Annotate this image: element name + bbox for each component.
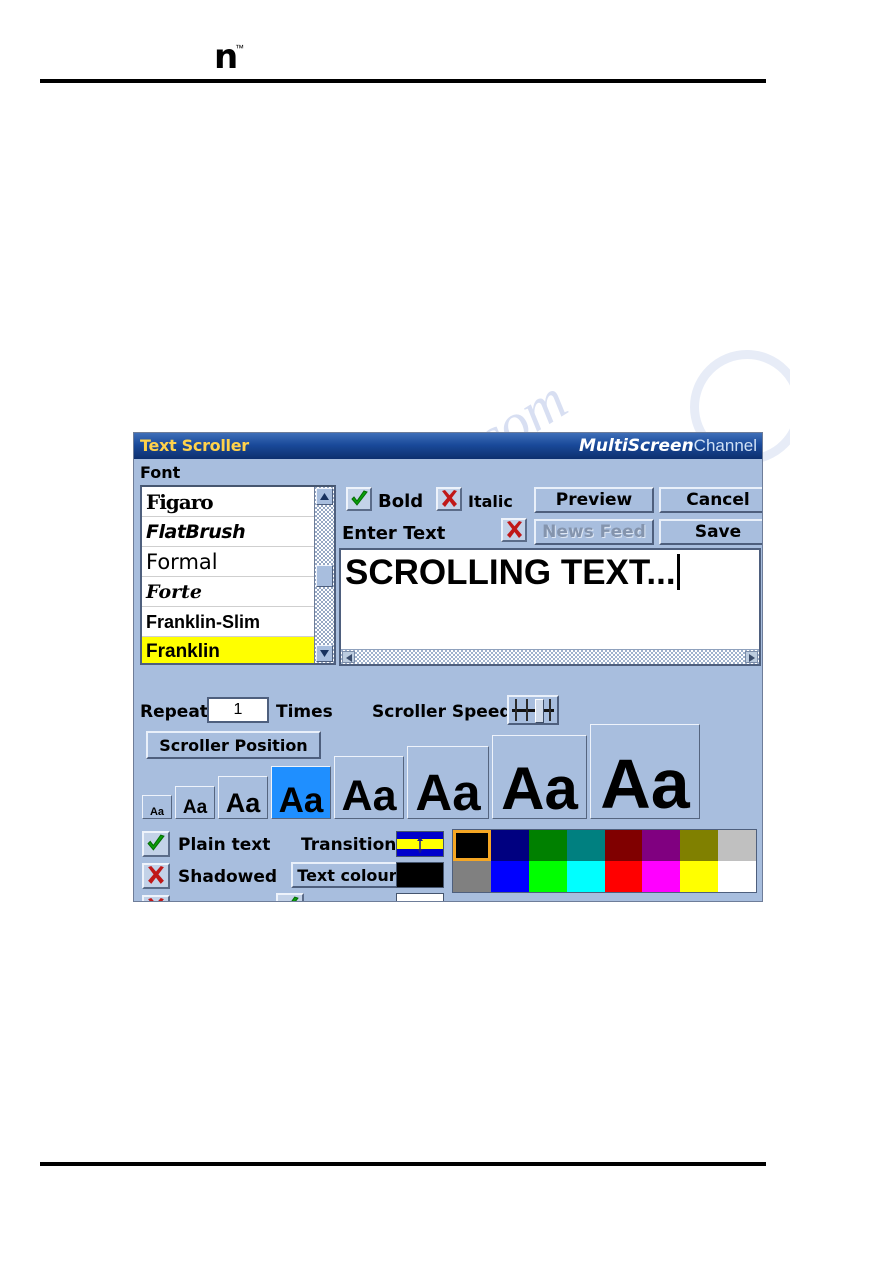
brand-secondary: Channel (693, 436, 757, 455)
font-list-item[interactable]: FlatBrush (142, 517, 314, 547)
italic-label: Italic (468, 492, 513, 511)
font-size-option[interactable]: Aa (175, 786, 215, 819)
slider-tick (526, 699, 528, 721)
slider-tick (515, 699, 517, 721)
transition-label: Transition (301, 835, 397, 855)
font-list-item-selected[interactable]: Franklin (142, 637, 314, 663)
text-caret (676, 554, 680, 590)
enter-text-label: Enter Text (342, 523, 446, 544)
red-cross-icon (506, 521, 522, 538)
scroll-left-icon[interactable] (342, 651, 355, 663)
red-cross-icon (148, 898, 164, 901)
trademark-symbol: ™ (235, 43, 244, 53)
green-check-icon (147, 834, 165, 851)
font-size-option[interactable]: Aa (218, 776, 268, 819)
scroller-speed-label: Scroller Speed (372, 702, 512, 722)
text-colour-button[interactable]: Text colour (291, 862, 403, 888)
palette-swatch[interactable] (566, 830, 605, 861)
plain-text-checkbox[interactable] (142, 831, 170, 857)
bold-label: Bold (378, 491, 424, 512)
palette-swatch[interactable] (453, 861, 491, 892)
brand-logo: MultiScreenChannel (579, 436, 757, 456)
bold-checkbox[interactable] (346, 487, 372, 511)
header-rule (40, 79, 766, 83)
slider-track (512, 709, 554, 712)
text-horizontal-scrollbar[interactable] (341, 649, 759, 664)
preview-button[interactable]: Preview (534, 487, 654, 513)
font-size-selector: Aa Aa Aa Aa Aa Aa Aa Aa (138, 724, 762, 819)
shadowed-checkbox[interactable] (142, 863, 170, 889)
palette-swatch[interactable] (453, 830, 491, 861)
text-colour-swatch[interactable] (396, 862, 444, 888)
scrollbar-thumb[interactable] (316, 565, 333, 587)
red-cross-icon (148, 866, 164, 884)
font-size-option-selected[interactable]: Aa (271, 766, 331, 819)
repeat-label: Repeat (140, 702, 208, 722)
dialog-title: Text Scroller (140, 436, 249, 455)
green-check-icon (291, 896, 299, 901)
scroller-text-value: SCROLLING TEXT... (345, 553, 676, 592)
palette-swatch[interactable] (718, 830, 756, 861)
palette-swatch[interactable] (604, 830, 643, 861)
page-logo: n ™ (206, 40, 266, 80)
palette-swatch[interactable] (566, 861, 605, 892)
raised-checkbox[interactable] (142, 895, 170, 901)
font-size-option[interactable]: Aa (492, 735, 587, 819)
palette-swatch[interactable] (718, 861, 756, 892)
news-feed-button[interactable]: News Feed (534, 519, 654, 545)
colour-palette[interactable] (452, 829, 757, 893)
green-check-icon (350, 490, 368, 506)
scroller-text-input[interactable]: SCROLLING TEXT... (339, 548, 761, 666)
palette-swatch[interactable] (490, 830, 529, 861)
times-label: Times (276, 702, 333, 722)
shadowed-label: Shadowed (178, 867, 278, 887)
raised-label: Raised (178, 899, 242, 901)
bg-colour-label: Bg colour (312, 899, 403, 901)
font-list-item[interactable]: Formal (142, 547, 314, 577)
font-size-option[interactable]: Aa (590, 724, 700, 819)
palette-swatch[interactable] (528, 830, 567, 861)
palette-swatch[interactable] (604, 861, 643, 892)
save-button[interactable]: Save (659, 519, 762, 545)
brand-primary: MultiScreen (579, 436, 694, 456)
font-size-option[interactable]: Aa (334, 756, 404, 819)
logo-letter: n (214, 37, 238, 77)
slider-thumb[interactable] (535, 699, 545, 723)
enter-text-checkbox[interactable] (501, 518, 527, 542)
palette-swatch[interactable] (680, 861, 719, 892)
scroll-right-icon[interactable] (745, 651, 758, 663)
font-list-item[interactable]: Franklin-Slim (142, 607, 314, 637)
palette-swatch[interactable] (490, 861, 529, 892)
slider-tick (549, 699, 551, 721)
transition-arrows-icon (417, 837, 423, 853)
scroller-text-value-wrap: SCROLLING TEXT... (345, 552, 755, 644)
dialog-titlebar: Text Scroller MultiScreenChannel (134, 433, 762, 459)
transition-swatch[interactable] (396, 831, 444, 857)
bg-colour-swatch[interactable] (396, 893, 444, 901)
scroller-speed-slider[interactable] (507, 695, 559, 725)
footer-rule (40, 1162, 766, 1166)
dialog-body: Font Figaro FlatBrush Formal Forte Frank… (134, 459, 762, 901)
repeat-count-input[interactable]: 1 (207, 697, 269, 723)
font-listbox[interactable]: Figaro FlatBrush Formal Forte Franklin-S… (140, 485, 336, 665)
palette-swatch[interactable] (642, 830, 681, 861)
palette-swatch[interactable] (642, 861, 681, 892)
text-scroller-dialog: Text Scroller MultiScreenChannel Font Fi… (133, 432, 763, 902)
plain-text-label: Plain text (178, 835, 271, 855)
italic-checkbox[interactable] (436, 487, 462, 511)
font-list-item[interactable]: Figaro (142, 487, 314, 517)
font-size-option[interactable]: Aa (407, 746, 489, 819)
font-list: Figaro FlatBrush Formal Forte Franklin-S… (142, 487, 314, 663)
red-cross-icon (441, 490, 457, 507)
scroll-down-icon[interactable] (316, 645, 333, 662)
palette-swatch[interactable] (528, 861, 567, 892)
scroll-up-icon[interactable] (316, 488, 333, 505)
bg-colour-checkbox[interactable] (276, 893, 304, 901)
font-size-option[interactable]: Aa (142, 795, 172, 819)
font-list-item[interactable]: Forte (142, 577, 314, 607)
cancel-button[interactable]: Cancel (659, 487, 762, 513)
palette-swatch[interactable] (680, 830, 719, 861)
font-list-scrollbar[interactable] (314, 487, 334, 663)
font-section-label: Font (140, 463, 181, 482)
